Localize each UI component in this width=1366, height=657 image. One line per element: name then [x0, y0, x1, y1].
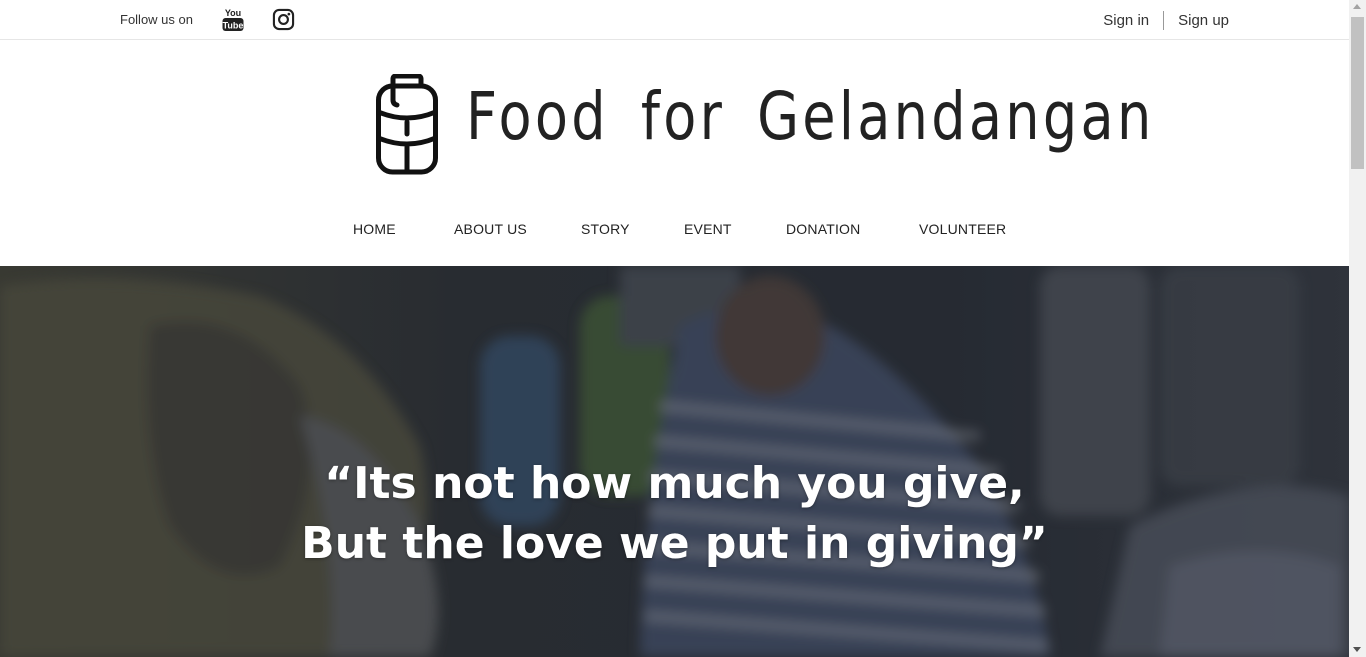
scroll-up-arrow-icon[interactable]: [1353, 4, 1361, 9]
top-bar: Follow us on You Tube Sign in Sign up: [0, 0, 1349, 40]
hero-banner: “Its not how much you give, But the love…: [0, 266, 1349, 657]
sign-in-link[interactable]: Sign in: [1103, 12, 1149, 29]
quote-line-2: But the love we put in giving”: [301, 518, 1048, 569]
youtube-icon[interactable]: You Tube: [222, 7, 244, 32]
nav-home[interactable]: HOME: [353, 221, 396, 237]
nav-event[interactable]: EVENT: [684, 221, 732, 237]
scroll-down-arrow-icon[interactable]: [1353, 647, 1361, 652]
svg-text:Tube: Tube: [223, 21, 244, 31]
nav-about-us[interactable]: ABOUT US: [454, 221, 527, 237]
brand-name[interactable]: Food for Gelandangan: [466, 78, 1155, 155]
page-scrollbar[interactable]: [1349, 0, 1366, 657]
nav-volunteer[interactable]: VOLUNTEER: [919, 221, 1006, 237]
nav-story[interactable]: STORY: [581, 221, 630, 237]
scroll-thumb[interactable]: [1351, 17, 1364, 169]
svg-text:You: You: [225, 8, 241, 18]
instagram-icon[interactable]: [272, 8, 295, 31]
quote-line-1: “Its not how much you give,: [324, 458, 1025, 509]
main-nav: HOME ABOUT US STORY EVENT DONATION VOLUN…: [0, 221, 1349, 241]
sign-up-link[interactable]: Sign up: [1178, 12, 1229, 29]
hero-quote: “Its not how much you give, But the love…: [0, 454, 1349, 574]
auth-links: Sign in Sign up: [1103, 11, 1229, 30]
divider: [1163, 11, 1165, 30]
tiffin-carrier-icon[interactable]: [375, 74, 439, 176]
follow-us-label: Follow us on: [120, 12, 193, 27]
nav-donation[interactable]: DONATION: [786, 221, 860, 237]
